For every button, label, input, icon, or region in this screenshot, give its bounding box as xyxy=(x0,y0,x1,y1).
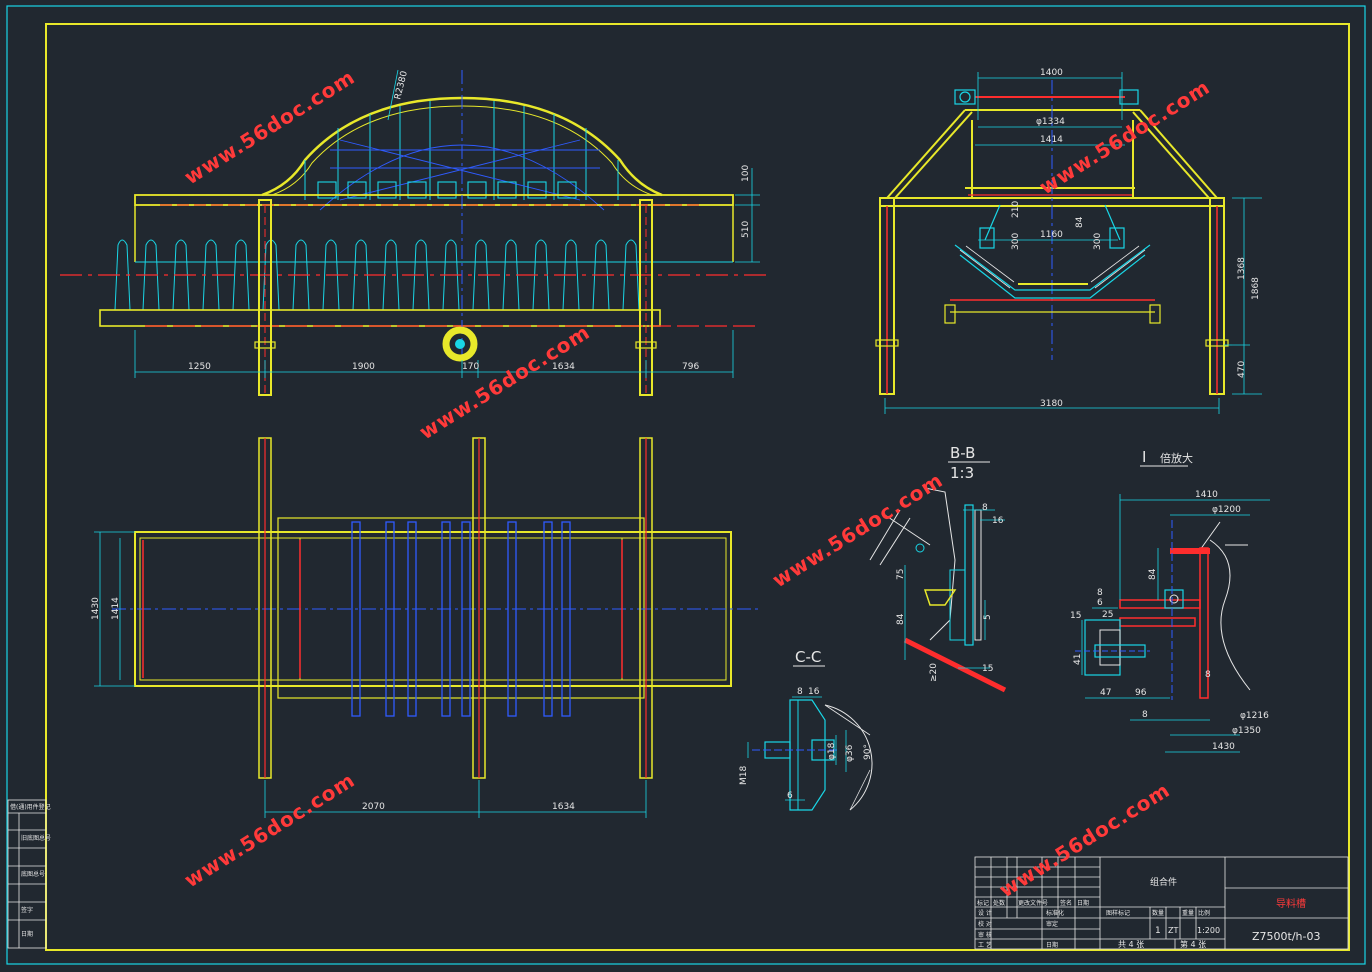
dim-r2380: R2380 xyxy=(393,70,410,101)
dim-1900: 1900 xyxy=(352,362,375,372)
detail-dim-96: 96 xyxy=(1135,688,1147,698)
bb-dim-75: 75 xyxy=(896,569,906,580)
detail-i-view: I 倍放大 1410 φ1200 84 8 6 25 15 41 47 96 8… xyxy=(1070,448,1270,753)
scale: 1:200 xyxy=(1197,926,1220,935)
mid-label: 审定 xyxy=(1046,920,1058,928)
dim-100: 100 xyxy=(741,165,751,182)
mid-label: 日期 xyxy=(1046,941,1058,949)
col-label: 标记 xyxy=(977,899,989,907)
head-label: 比例 xyxy=(1198,909,1210,917)
section-cc-title: C-C xyxy=(795,648,821,666)
cc-dim-m18: M18 xyxy=(739,766,749,785)
sheet-total: 共 4 张 xyxy=(1118,940,1144,949)
drawing-title: 导料槽 xyxy=(1276,897,1306,910)
row-label: 设 计 xyxy=(978,909,992,917)
dim-2070: 2070 xyxy=(362,802,385,812)
side-stamp-label: 借(通)用件登记 xyxy=(10,803,51,811)
dim-300-left: 300 xyxy=(1011,233,1021,250)
detail-dim-1430: 1430 xyxy=(1212,742,1235,752)
side-stamp-label: 签字 xyxy=(21,906,33,914)
side-stamp-label: 日期 xyxy=(21,930,33,938)
drawing-number: Z7500t/h-03 xyxy=(1252,930,1321,943)
dim-phi1334: φ1334 xyxy=(1036,117,1065,127)
side-elevation-view: 1400 φ1334 1414 1160 210 84 300 300 1368… xyxy=(875,68,1262,414)
detail-dim-8b: 8 xyxy=(1205,670,1211,680)
bb-dim-84: 84 xyxy=(896,613,906,625)
watermark: www.56doc.com xyxy=(415,320,594,444)
detail-dim-25: 25 xyxy=(1102,610,1113,620)
col-label: 签名 xyxy=(1060,899,1072,907)
row-label: 审 核 xyxy=(978,931,992,939)
cc-dim-phi36: φ36 xyxy=(845,744,855,762)
dim-84: 84 xyxy=(1075,216,1085,228)
watermark: www.56doc.com xyxy=(180,65,359,189)
bb-dim-15: 15 xyxy=(982,664,993,674)
detail-dim-15: 15 xyxy=(1070,611,1081,621)
detail-dim-47: 47 xyxy=(1100,688,1111,698)
head-label: 重量 xyxy=(1182,909,1194,917)
dim-1368: 1368 xyxy=(1237,257,1247,280)
detail-dim-8c: 8 xyxy=(1142,710,1148,720)
detail-dim-6: 6 xyxy=(1097,598,1103,608)
detail-dim-1410: 1410 xyxy=(1195,490,1218,500)
detail-subtitle: 倍放大 xyxy=(1160,451,1193,465)
dim-170: 170 xyxy=(462,362,479,372)
section-bb-scale: 1:3 xyxy=(950,464,974,482)
cc-dim-16: 16 xyxy=(808,687,820,697)
row-label: 工 艺 xyxy=(978,941,992,949)
cc-dim-6: 6 xyxy=(787,791,793,801)
bb-dim-8: 8 xyxy=(982,503,988,513)
col-label: 更改文件号 xyxy=(1018,899,1048,907)
cc-dim-phi18: φ18 xyxy=(827,742,837,760)
dim-1250: 1250 xyxy=(188,362,211,372)
dim-210: 210 xyxy=(1011,201,1021,218)
cc-dim-90deg: 90° xyxy=(863,744,873,760)
dim-300-right: 300 xyxy=(1093,233,1103,250)
watermark: www.56doc.com xyxy=(768,468,947,592)
inner-frame xyxy=(45,23,1350,951)
assembly-label: 组合件 xyxy=(1150,876,1177,888)
col-label: 日期 xyxy=(1077,899,1089,907)
section-cc-view: C-C 8 16 M18 φ18 φ36 90° 6 xyxy=(739,648,873,811)
dim-1430: 1430 xyxy=(91,597,101,620)
front-elevation-view: 1250 1900 170 1634 796 100 510 R2380 xyxy=(60,70,770,396)
quantity: 1 xyxy=(1155,926,1161,936)
dim-796: 796 xyxy=(682,362,699,372)
side-stamp-label: 底图总号 xyxy=(21,870,45,878)
bb-dim-ge20: ≥20 xyxy=(929,663,939,682)
cc-dim-8: 8 xyxy=(797,687,803,697)
dim-1414: 1414 xyxy=(111,597,121,620)
sheet-number: 第 4 张 xyxy=(1180,939,1206,949)
watermarks: www.56doc.com www.56doc.com www.56doc.co… xyxy=(180,65,1214,902)
side-stamp-label: 旧底图总号 xyxy=(21,834,51,842)
dim-1160: 1160 xyxy=(1040,230,1063,240)
material: ZT xyxy=(1168,926,1178,935)
detail-dim-phi1350: φ1350 xyxy=(1232,726,1261,736)
dim-1868: 1868 xyxy=(1251,277,1261,300)
drawing-sheet: 借(通)用件登记 旧底图总号 底图总号 签字 日期 1250 1900 170 … xyxy=(6,5,1366,965)
watermark: www.56doc.com xyxy=(995,778,1174,902)
dim-1634: 1634 xyxy=(552,802,575,812)
head-label: 图样标记 xyxy=(1106,909,1130,917)
dim-1414: 1414 xyxy=(1040,135,1063,145)
detail-dim-phi1200: φ1200 xyxy=(1212,505,1241,515)
detail-dim-8a: 8 xyxy=(1097,588,1103,598)
section-bb-title: B-B xyxy=(950,444,975,462)
detail-dim-phi1216: φ1216 xyxy=(1240,711,1269,721)
plan-view: 1430 1414 2070 1634 xyxy=(91,437,760,818)
row-label: 校 对 xyxy=(978,920,992,928)
detail-title: I xyxy=(1142,448,1146,466)
detail-dim-84: 84 xyxy=(1148,568,1158,580)
dim-1400: 1400 xyxy=(1040,68,1063,78)
watermark: www.56doc.com xyxy=(180,768,359,892)
head-label: 数量 xyxy=(1152,909,1164,917)
dim-510: 510 xyxy=(741,221,751,238)
col-label: 处数 xyxy=(993,899,1005,907)
bb-dim-16: 16 xyxy=(992,516,1004,526)
dim-3180: 3180 xyxy=(1040,399,1063,409)
bb-dim-5: 5 xyxy=(983,614,993,620)
dim-470: 470 xyxy=(1237,361,1247,378)
detail-dim-41: 41 xyxy=(1073,654,1083,665)
mid-label: 标准化 xyxy=(1046,909,1064,917)
